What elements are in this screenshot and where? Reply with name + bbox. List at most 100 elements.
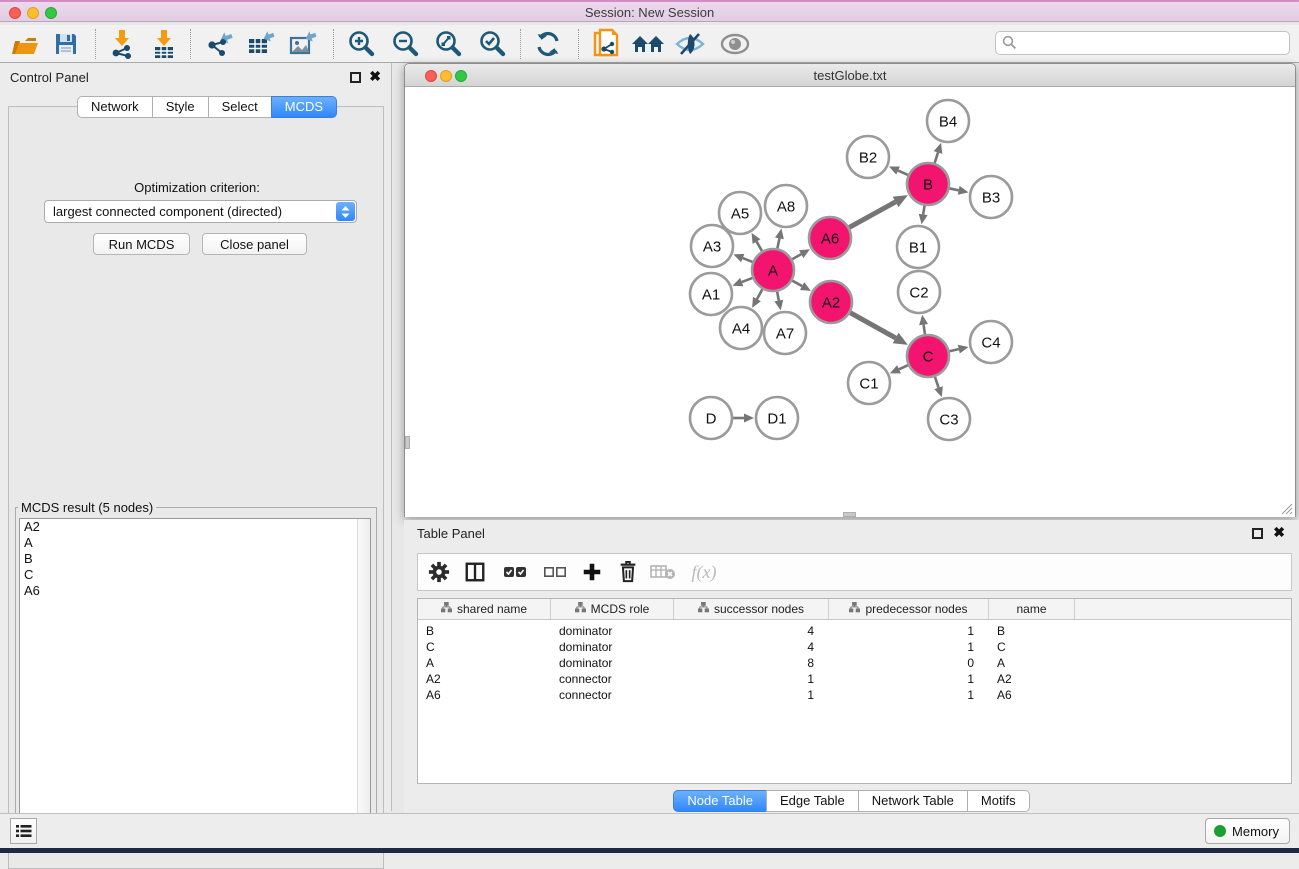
tab-network[interactable]: Network bbox=[77, 96, 153, 118]
vertical-scrollbar-thumb[interactable] bbox=[405, 436, 410, 449]
mcds-result-item[interactable]: C bbox=[20, 567, 370, 583]
edge-A-A7[interactable] bbox=[777, 292, 779, 301]
edge-A-A6[interactable] bbox=[792, 254, 801, 259]
import-table-icon[interactable] bbox=[146, 27, 182, 61]
close-panel-button[interactable]: Close panel bbox=[202, 233, 307, 255]
table-row[interactable]: A2connector11A2 bbox=[418, 671, 1291, 687]
show-graphics-details-icon[interactable] bbox=[717, 27, 753, 61]
edge-A-A3[interactable] bbox=[743, 258, 753, 262]
tab-mcds[interactable]: MCDS bbox=[271, 96, 337, 118]
add-column-icon[interactable] bbox=[575, 554, 609, 590]
tab-style[interactable]: Style bbox=[152, 96, 209, 118]
cell-predecessor-nodes: 1 bbox=[829, 639, 989, 655]
optimization-criterion-select[interactable]: largest connected component (directed) bbox=[44, 200, 357, 223]
tab-motifs[interactable]: Motifs bbox=[967, 790, 1030, 812]
column-header-shared-name[interactable]: shared name bbox=[418, 599, 551, 619]
edge-A-A4[interactable] bbox=[757, 289, 762, 299]
memory-label: Memory bbox=[1232, 824, 1279, 839]
close-table-panel-icon[interactable]: ✖ bbox=[1273, 527, 1285, 538]
save-session-icon[interactable] bbox=[48, 27, 84, 61]
export-table-icon[interactable] bbox=[243, 27, 279, 61]
table-row[interactable]: Cdominator41C bbox=[418, 639, 1291, 655]
edge-A-A2[interactable] bbox=[792, 281, 802, 286]
tab-node-table[interactable]: Node Table bbox=[673, 790, 767, 812]
first-neighbors-icon[interactable] bbox=[630, 27, 666, 61]
graph-node-label: A bbox=[768, 263, 778, 280]
new-network-from-selection-icon[interactable] bbox=[588, 27, 624, 61]
status-bar: Memory bbox=[0, 813, 1299, 848]
edge-C-C2[interactable] bbox=[924, 325, 925, 335]
float-table-panel-icon[interactable] bbox=[1252, 528, 1263, 539]
edge-A-A8[interactable] bbox=[777, 238, 779, 248]
network-graph[interactable]: B4B2BB3A5A8A6A3B1AA1C2A2A4A7CC4C1C3DD1 bbox=[405, 88, 1295, 517]
edge-B-B3[interactable] bbox=[950, 188, 959, 190]
table-row[interactable]: Adominator80A bbox=[418, 655, 1291, 671]
control-panel-title: Control Panel bbox=[10, 70, 89, 85]
column-header-name[interactable]: name bbox=[989, 599, 1075, 619]
column-header-successor-nodes[interactable]: successor nodes bbox=[674, 599, 829, 619]
toolbar-separator bbox=[190, 29, 191, 59]
zoom-selected-icon[interactable] bbox=[474, 27, 510, 61]
edge-A2-C[interactable] bbox=[850, 313, 895, 338]
mcds-result-list[interactable]: A2ABCA6 bbox=[19, 518, 371, 840]
column-header-predecessor-nodes[interactable]: predecessor nodes bbox=[829, 599, 989, 619]
column-header-MCDS-role[interactable]: MCDS role bbox=[551, 599, 674, 619]
edge-C-C1[interactable] bbox=[899, 365, 908, 369]
export-image-icon[interactable] bbox=[285, 27, 321, 61]
edge-arrowhead bbox=[958, 186, 969, 195]
edge-C-C3[interactable] bbox=[935, 377, 939, 388]
cell-MCDS-role: connector bbox=[551, 687, 674, 703]
edge-A6-B[interactable] bbox=[849, 202, 895, 228]
mcds-result-item[interactable]: A2 bbox=[20, 519, 370, 535]
column-manager-icon[interactable] bbox=[458, 554, 492, 590]
mcds-result-item[interactable]: B bbox=[20, 551, 370, 567]
show-panel-list-button[interactable] bbox=[10, 818, 37, 844]
edge-A-A5[interactable] bbox=[757, 242, 762, 251]
zoom-fit-icon[interactable] bbox=[430, 27, 466, 61]
column-header-label: name bbox=[1016, 602, 1046, 616]
mcds-list-scrollbar[interactable] bbox=[357, 519, 370, 839]
network-canvas[interactable]: B4B2BB3A5A8A6A3B1AA1C2A2A4A7CC4C1C3DD1 bbox=[405, 88, 1295, 517]
cell-successor-nodes: 8 bbox=[674, 655, 829, 671]
select-all-icon[interactable] bbox=[498, 554, 532, 590]
edge-B-B4[interactable] bbox=[935, 152, 938, 163]
table-row[interactable]: Bdominator41B bbox=[418, 623, 1291, 639]
column-header-label: successor nodes bbox=[714, 602, 804, 616]
mcds-result-item[interactable]: A6 bbox=[20, 583, 370, 599]
zoom-out-icon[interactable] bbox=[387, 27, 423, 61]
hide-graphics-details-icon[interactable] bbox=[672, 27, 708, 61]
tab-select[interactable]: Select bbox=[208, 96, 272, 118]
run-mcds-button[interactable]: Run MCDS bbox=[93, 233, 190, 255]
tab-edge-table[interactable]: Edge Table bbox=[766, 790, 859, 812]
float-panel-icon[interactable] bbox=[350, 72, 361, 83]
refresh-icon[interactable] bbox=[530, 27, 566, 61]
graph-node-label: B4 bbox=[939, 114, 957, 131]
memory-button[interactable]: Memory bbox=[1205, 818, 1290, 844]
edge-B-B2[interactable] bbox=[898, 171, 908, 175]
network-window: testGlobe.txt B4B2BB3A5A8A6A3B1AA1C2A2A4… bbox=[404, 63, 1296, 517]
import-network-icon[interactable] bbox=[104, 27, 140, 61]
zoom-in-icon[interactable] bbox=[343, 27, 379, 61]
delete-column-icon[interactable] bbox=[611, 554, 645, 590]
search-input[interactable] bbox=[995, 31, 1290, 55]
edge-B-B1[interactable] bbox=[923, 206, 924, 215]
edge-C-C4[interactable] bbox=[949, 349, 958, 351]
cell-name: A bbox=[989, 655, 1075, 671]
function-builder-icon[interactable]: f(x) bbox=[682, 554, 726, 590]
close-panel-icon[interactable]: ✖ bbox=[369, 71, 381, 82]
open-file-icon[interactable] bbox=[7, 27, 43, 61]
deselect-all-icon[interactable] bbox=[538, 554, 572, 590]
edge-A-A1[interactable] bbox=[742, 278, 753, 282]
table-row[interactable]: A6connector11A6 bbox=[418, 687, 1291, 703]
network-window-titlebar[interactable]: testGlobe.txt bbox=[405, 64, 1295, 87]
edge-arrowhead bbox=[919, 214, 928, 225]
tab-network-table[interactable]: Network Table bbox=[858, 790, 968, 812]
mcds-result-item[interactable]: A bbox=[20, 535, 370, 551]
table-settings-icon[interactable] bbox=[422, 554, 456, 590]
delete-table-icon[interactable] bbox=[646, 554, 680, 590]
resize-grip-icon[interactable] bbox=[1281, 502, 1293, 514]
column-tree-icon bbox=[575, 602, 586, 616]
graph-node-label: C bbox=[923, 349, 934, 366]
export-network-icon[interactable] bbox=[201, 27, 237, 61]
horizontal-scrollbar-thumb[interactable] bbox=[843, 512, 856, 517]
